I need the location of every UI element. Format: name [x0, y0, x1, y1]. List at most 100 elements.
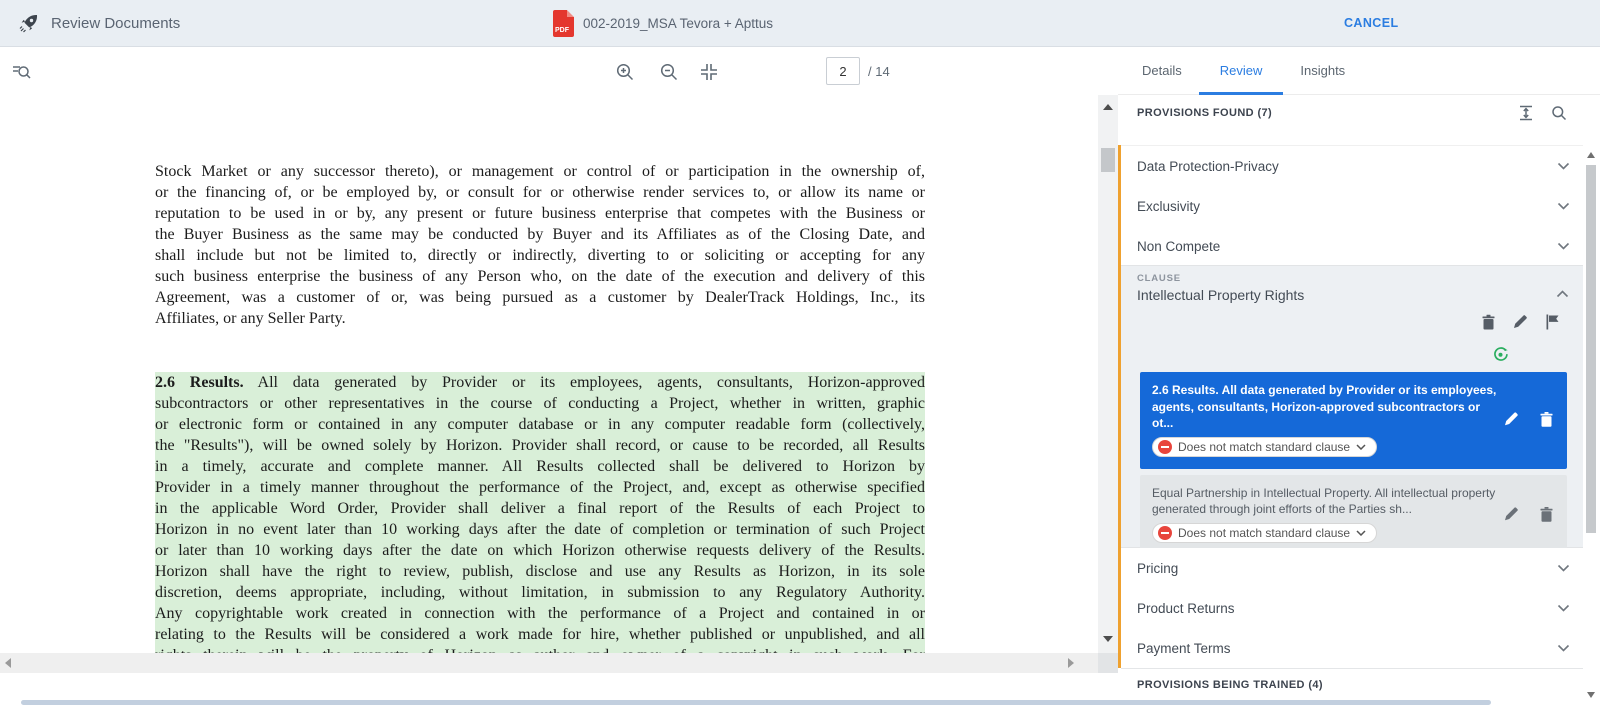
page-title: Review Documents — [51, 15, 180, 32]
panel-vertical-scrollbar[interactable] — [1098, 95, 1118, 653]
train-provision-icon[interactable] — [1492, 346, 1509, 363]
provision-label: Data Protection-Privacy — [1137, 159, 1279, 174]
page-number-input[interactable] — [826, 57, 860, 85]
edit-match-icon[interactable] — [1504, 411, 1519, 427]
scroll-down-arrow-icon[interactable] — [1103, 636, 1113, 642]
scroll-down-arrow-icon[interactable] — [1587, 692, 1595, 698]
topbar: Review Documents PDF 002-2019_MSA Tevora… — [0, 0, 1600, 47]
doc-line-highlighted: in the applicable Word Order, Provider s… — [155, 498, 925, 519]
panel-tabs: Details Review Insights — [1118, 47, 1600, 95]
no-match-icon — [1158, 440, 1172, 454]
document-page: Stock Market or any successor thereto), … — [0, 95, 1098, 673]
doc-line-highlighted: or electronic form or contained in any c… — [155, 414, 925, 435]
scrollbar-thumb[interactable] — [1586, 165, 1596, 533]
window-vertical-scrollbar[interactable] — [1583, 95, 1600, 711]
scrollbar-thumb[interactable] — [1101, 148, 1115, 172]
match-excerpt: 2.6 Results. All data generated by Provi… — [1152, 382, 1500, 432]
provision-label: Payment Terms — [1137, 641, 1231, 656]
clause-match-card[interactable]: Equal Partnership in Intellectual Proper… — [1140, 475, 1567, 555]
doc-line-highlighted: Horizon shall have the right to review, … — [155, 561, 925, 582]
provision-row-product-returns[interactable]: Product Returns — [1121, 588, 1583, 628]
scroll-left-arrow-icon[interactable] — [5, 658, 11, 668]
match-status-dropdown[interactable]: Does not match standard clause — [1152, 523, 1377, 543]
provisions-trained-header: PROVISIONS BEING TRAINED (4) — [1137, 679, 1323, 691]
pdf-file-icon: PDF — [553, 10, 574, 37]
tab-details[interactable]: Details — [1142, 47, 1182, 94]
chevron-down-icon — [1356, 530, 1366, 536]
highlighted-paragraph: 2.6 Results. All data generated by Provi… — [155, 372, 925, 666]
fit-to-screen-icon[interactable] — [698, 61, 720, 83]
document-search-icon[interactable] — [10, 61, 32, 83]
doc-line-highlighted: Any copyrightable work created in connec… — [155, 603, 925, 624]
provision-row-payment-terms[interactable]: Payment Terms — [1121, 628, 1583, 668]
edit-clause-icon[interactable] — [1513, 314, 1528, 330]
no-match-icon — [1158, 526, 1172, 540]
scroll-right-arrow-icon[interactable] — [1068, 658, 1074, 668]
doc-line: such business enterprise the business of… — [155, 266, 925, 287]
provision-label: Product Returns — [1137, 601, 1235, 616]
doc-line: or the financing of, or be employed by, … — [155, 182, 925, 203]
scroll-up-arrow-icon[interactable] — [1587, 152, 1595, 158]
doc-line: Affiliates, or any Seller Party. — [155, 308, 925, 329]
doc-line: Agreement, was a customer of or, was bei… — [155, 287, 925, 308]
tab-insights[interactable]: Insights — [1300, 47, 1345, 94]
chevron-down-icon — [1557, 202, 1570, 210]
provision-label: Non Compete — [1137, 239, 1220, 254]
clause-section-intellectual-property[interactable]: CLAUSE Intellectual Property Rights — [1121, 265, 1583, 548]
doc-line-highlighted: Provider in a timely manner throughout t… — [155, 477, 925, 498]
clause-match-card-selected[interactable]: 2.6 Results. All data generated by Provi… — [1140, 372, 1567, 469]
cancel-button[interactable]: CANCEL — [1344, 0, 1398, 46]
review-documents-screen: Review Documents PDF 002-2019_MSA Tevora… — [0, 0, 1600, 711]
doc-line-highlighted: discretion, deems appropriate, including… — [155, 582, 925, 603]
provision-row-pricing[interactable]: Pricing — [1121, 548, 1583, 588]
provision-label: Pricing — [1137, 561, 1178, 576]
chevron-down-icon — [1557, 242, 1570, 250]
tab-review[interactable]: Review — [1220, 47, 1263, 94]
flag-clause-icon[interactable] — [1545, 314, 1559, 330]
delete-clause-icon[interactable] — [1481, 314, 1496, 330]
doc-line-highlighted: 2.6 Results. All data generated by Provi… — [155, 372, 925, 393]
doc-line: shall include but not be limited to, dir… — [155, 245, 925, 266]
match-status-label: Does not match standard clause — [1178, 440, 1350, 454]
viewer-toolbar: / 14 — [0, 47, 1098, 95]
provisions-found-header: PROVISIONS FOUND (7) — [1137, 107, 1272, 119]
zoom-out-icon[interactable] — [658, 61, 680, 83]
doc-line: Stock Market or any successor thereto), … — [155, 161, 925, 182]
horizontal-scrollbar[interactable] — [0, 653, 1098, 673]
delete-match-icon[interactable] — [1539, 506, 1554, 522]
match-excerpt: Equal Partnership in Intellectual Proper… — [1152, 485, 1500, 518]
edit-match-icon[interactable] — [1504, 506, 1519, 522]
scroll-up-arrow-icon[interactable] — [1103, 104, 1113, 110]
chevron-up-icon[interactable] — [1556, 290, 1569, 298]
clause-match-cards: 2.6 Results. All data generated by Provi… — [1140, 372, 1567, 561]
scroll-to-provision-icon[interactable] — [1518, 105, 1534, 121]
delete-match-icon[interactable] — [1539, 411, 1554, 427]
search-icon[interactable] — [1551, 105, 1567, 121]
document-name: 002-2019_MSA Tevora + Apttus — [583, 16, 773, 31]
review-panel: Details Review Insights PROVISIONS FOUND (… — [1118, 47, 1600, 711]
rocket-icon — [18, 12, 40, 34]
chevron-down-icon — [1557, 644, 1570, 652]
provision-label: Exclusivity — [1137, 199, 1200, 214]
chevron-down-icon — [1557, 564, 1570, 572]
provision-list-top: Data Protection-Privacy Exclusivity Non Co… — [1121, 145, 1583, 266]
doc-line-highlighted: Horizon in no event later than 10 workin… — [155, 519, 925, 540]
chevron-down-icon — [1356, 444, 1366, 450]
doc-line-highlighted: or later than 10 working days after the … — [155, 540, 925, 561]
doc-line: the Buyer Business as the same may be co… — [155, 224, 925, 245]
zoom-in-icon[interactable] — [614, 61, 636, 83]
window-bottom-scrollbar[interactable] — [21, 700, 1491, 705]
doc-line-highlighted: subcontractors or other representatives … — [155, 393, 925, 414]
match-status-dropdown[interactable]: Does not match standard clause — [1152, 437, 1377, 457]
provision-row-exclusivity[interactable]: Exclusivity — [1121, 186, 1583, 226]
provision-row-data-protection-privacy[interactable]: Data Protection-Privacy — [1121, 146, 1583, 186]
clause-title: Intellectual Property Rights — [1137, 287, 1304, 303]
clause-kicker: CLAUSE — [1137, 273, 1181, 284]
provision-list-bottom: Pricing Product Returns Payment Terms — [1121, 548, 1583, 669]
provision-row-non-compete[interactable]: Non Compete — [1121, 226, 1583, 266]
match-status-label: Does not match standard clause — [1178, 526, 1350, 540]
page-total: / 14 — [868, 64, 890, 79]
scrollbar-corner — [1098, 653, 1118, 673]
doc-line-highlighted: in a timely, accurate and complete manne… — [155, 456, 925, 477]
doc-line: reputation to be used in or by, any pres… — [155, 203, 925, 224]
